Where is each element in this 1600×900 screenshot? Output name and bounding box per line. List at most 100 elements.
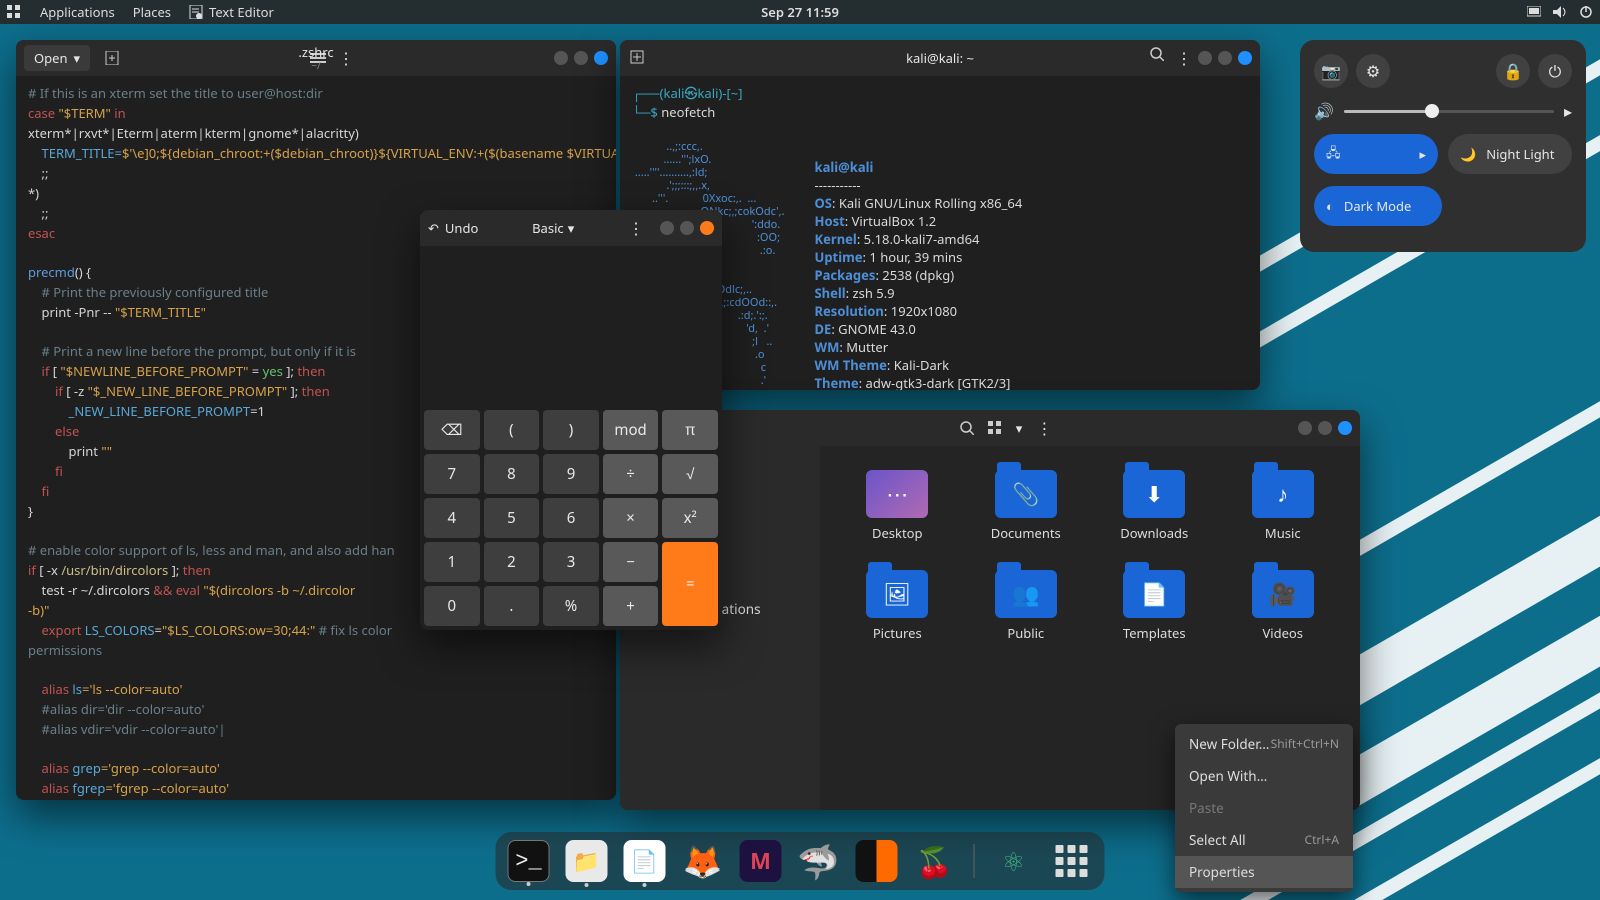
dock-firefox[interactable]: 🦊: [682, 840, 724, 882]
folder-pictures[interactable]: 🖼Pictures: [838, 570, 957, 642]
key-4[interactable]: 4: [424, 498, 480, 538]
contrast-icon: ◐: [1326, 197, 1334, 215]
text-editor-headerbar: Open▾ .zshrc~/ ⋮: [16, 40, 616, 76]
dock-network-tool[interactable]: ⚛: [993, 840, 1035, 882]
close-button[interactable]: [1238, 51, 1252, 65]
undo-button[interactable]: ↶Undo: [428, 219, 478, 237]
folder-public[interactable]: 👥Public: [967, 570, 1086, 642]
menu-icon[interactable]: ⋮: [1176, 47, 1192, 69]
key-equals[interactable]: =: [662, 542, 718, 626]
volume-expand-icon[interactable]: ▸: [1564, 100, 1572, 122]
clock[interactable]: Sep 27 11:59: [761, 3, 839, 21]
key-square[interactable]: x²: [662, 498, 718, 538]
ctx-properties[interactable]: Properties: [1175, 856, 1353, 888]
open-button[interactable]: Open▾: [24, 45, 90, 71]
search-icon[interactable]: [1150, 47, 1164, 69]
context-menu: New Folder…Shift+Ctrl+N Open With… Paste…: [1175, 724, 1353, 892]
key-sqrt[interactable]: √: [662, 454, 718, 494]
folder-downloads[interactable]: ⬇Downloads: [1095, 470, 1214, 542]
key-8[interactable]: 8: [484, 454, 540, 494]
close-button[interactable]: [700, 221, 714, 235]
key-percent[interactable]: %: [543, 586, 599, 626]
dark-mode-toggle[interactable]: ◐Dark Mode: [1314, 186, 1442, 226]
maximize-button[interactable]: [680, 221, 694, 235]
menu-icon[interactable]: ⋮: [1036, 417, 1052, 439]
maximize-button[interactable]: [1218, 51, 1232, 65]
minimize-button[interactable]: [660, 221, 674, 235]
key-pi[interactable]: π: [662, 410, 718, 450]
dock-show-apps[interactable]: [1051, 840, 1093, 882]
key-2[interactable]: 2: [484, 542, 540, 582]
chevron-down-icon: ▾: [74, 49, 81, 67]
minimize-button[interactable]: [554, 51, 568, 65]
chevron-down-icon: ▾: [568, 219, 575, 237]
dock-cherrytree[interactable]: 🍒: [914, 840, 956, 882]
chevron-down-icon[interactable]: ▾: [1016, 419, 1023, 437]
menu-active-app[interactable]: Text Editor: [189, 3, 274, 21]
menu-applications[interactable]: Applications: [40, 3, 115, 21]
settings-button[interactable]: ⚙: [1356, 54, 1390, 88]
night-light-toggle[interactable]: 🌙Night Light: [1448, 134, 1572, 174]
key-rparen[interactable]: ): [543, 410, 599, 450]
screen-icon[interactable]: [1526, 4, 1542, 20]
close-button[interactable]: [594, 51, 608, 65]
lock-icon: 🔒: [1503, 60, 1523, 82]
key-plus[interactable]: +: [603, 586, 659, 626]
maximize-button[interactable]: [1318, 421, 1332, 435]
ctx-new-folder[interactable]: New Folder…Shift+Ctrl+N: [1175, 728, 1353, 760]
dock-files[interactable]: 📁: [566, 840, 608, 882]
power-icon: ⏻: [1549, 60, 1562, 82]
dock-wireshark[interactable]: 🦈: [798, 840, 840, 882]
key-dot[interactable]: .: [484, 586, 540, 626]
chevron-right-icon: ▸: [1419, 145, 1426, 163]
key-1[interactable]: 1: [424, 542, 480, 582]
key-6[interactable]: 6: [543, 498, 599, 538]
key-lparen[interactable]: (: [484, 410, 540, 450]
minimize-button[interactable]: [1298, 421, 1312, 435]
menu-icon[interactable]: ⋮: [338, 47, 354, 69]
key-9[interactable]: 9: [543, 454, 599, 494]
dock-metasploit[interactable]: M: [740, 840, 782, 882]
new-tab-icon[interactable]: [630, 50, 646, 66]
folder-music[interactable]: ♪Music: [1224, 470, 1343, 542]
key-backspace[interactable]: ⌫: [424, 410, 480, 450]
wired-toggle[interactable]: 🖧▸: [1314, 134, 1438, 174]
mode-selector[interactable]: Basic ▾: [532, 219, 574, 237]
minimize-button[interactable]: [1198, 51, 1212, 65]
calculator-keypad: ⌫ ( ) mod π 7 8 9 ÷ √ 4 5 6 × x² 1 2 3 −…: [420, 406, 722, 630]
search-icon[interactable]: [960, 421, 974, 435]
menu-icon[interactable]: ⋮: [628, 217, 644, 239]
key-3[interactable]: 3: [543, 542, 599, 582]
key-multiply[interactable]: ×: [603, 498, 659, 538]
lock-button[interactable]: 🔒: [1496, 54, 1530, 88]
activities-icon[interactable]: [6, 4, 22, 20]
screenshot-button[interactable]: 📷: [1314, 54, 1348, 88]
key-minus[interactable]: −: [603, 542, 659, 582]
folder-videos[interactable]: 🎥Videos: [1224, 570, 1343, 642]
key-divide[interactable]: ÷: [603, 454, 659, 494]
key-0[interactable]: 0: [424, 586, 480, 626]
folder-templates[interactable]: 📄Templates: [1095, 570, 1214, 642]
folder-documents[interactable]: 📎Documents: [967, 470, 1086, 542]
dock-terminal[interactable]: >_: [508, 840, 550, 882]
close-button[interactable]: [1338, 421, 1352, 435]
dock-text-editor[interactable]: 📄: [624, 840, 666, 882]
maximize-button[interactable]: [574, 51, 588, 65]
volume-slider[interactable]: [1344, 110, 1554, 113]
menu-places[interactable]: Places: [133, 3, 171, 21]
ctx-select-all[interactable]: Select AllCtrl+A: [1175, 824, 1353, 856]
volume-row: 🔊 ▸: [1314, 100, 1572, 122]
calculator-display[interactable]: [420, 246, 722, 406]
dock-burpsuite[interactable]: [856, 840, 898, 882]
gear-icon: ⚙: [1366, 60, 1380, 82]
volume-icon[interactable]: [1552, 4, 1568, 20]
key-5[interactable]: 5: [484, 498, 540, 538]
power-icon[interactable]: [1578, 4, 1594, 20]
key-7[interactable]: 7: [424, 454, 480, 494]
folder-desktop[interactable]: ⋯Desktop: [838, 470, 957, 542]
key-mod[interactable]: mod: [603, 410, 659, 450]
ctx-open-with[interactable]: Open With…: [1175, 760, 1353, 792]
power-button[interactable]: ⏻: [1538, 54, 1572, 88]
view-grid-icon[interactable]: [988, 421, 1002, 435]
new-tab-icon[interactable]: [104, 50, 120, 66]
